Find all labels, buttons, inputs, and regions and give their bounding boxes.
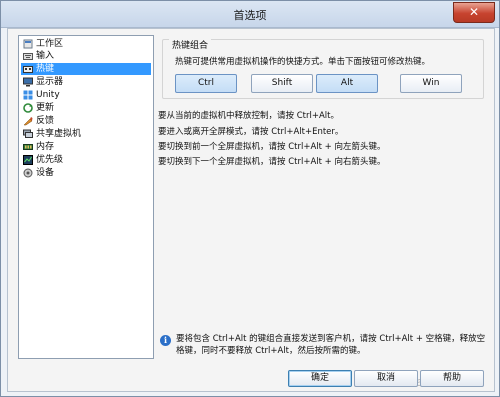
keyboard-icon: [23, 53, 33, 60]
info-previous-vm: 要切换到前一个全屏虚拟机，请按 Ctrl+Alt + 向左箭头键。: [158, 142, 386, 152]
sidebar-item-label: Unity: [36, 90, 60, 100]
shift-key-toggle[interactable]: Shift: [251, 74, 313, 93]
sidebar-item-unity[interactable]: Unity: [23, 89, 149, 101]
sidebar-item-label: 工作区: [36, 39, 64, 49]
sidebar-item-update[interactable]: 更新: [23, 102, 149, 114]
info-release-control: 要从当前的虚拟机中释放控制，请按 Ctrl+Alt。: [158, 111, 339, 121]
memory-icon: [23, 144, 33, 150]
sidebar-item-feedback[interactable]: 反馈: [23, 115, 149, 127]
category-list[interactable]: 工作区 输入 热键 显示器 Unity 更新 反馈 共享虚拟机 内存 优先级 设…: [18, 35, 154, 359]
title-bar[interactable]: 首选项 ✕: [1, 1, 499, 28]
sidebar-item-priority[interactable]: 优先级: [23, 154, 149, 166]
ok-button[interactable]: 确定: [288, 370, 352, 387]
info-icon: i: [160, 335, 171, 346]
close-button[interactable]: ✕: [453, 2, 495, 23]
shared-vm-icon: [23, 129, 33, 138]
priority-icon: [23, 155, 33, 165]
preferences-window: 首选项 ✕ 工作区 输入 热键 显示器 Unity 更新 反馈 共享虚拟机 内存…: [0, 0, 500, 397]
note-text: 要将包含 Ctrl+Alt 的键组合直接发送到客户机，请按 Ctrl+Alt +…: [176, 334, 486, 356]
cancel-button[interactable]: 取消: [354, 370, 418, 387]
hotkey-description: 热键可提供常用虚拟机操作的快捷方式。单击下面按钮可修改热键。: [175, 57, 431, 67]
sidebar-item-label: 设备: [36, 168, 55, 178]
sidebar-item-memory[interactable]: 内存: [23, 141, 149, 153]
sidebar-item-label: 显示器: [36, 77, 64, 87]
help-button[interactable]: 帮助: [420, 370, 484, 387]
monitor-icon: [23, 77, 33, 87]
info-fullscreen: 要进入或离开全屏模式，请按 Ctrl+Alt+Enter。: [158, 127, 344, 137]
sidebar-item-hotkeys[interactable]: 热键: [21, 63, 151, 75]
workspace-icon: [23, 39, 33, 49]
sidebar-item-shared-vms[interactable]: 共享虚拟机: [23, 128, 149, 140]
sidebar-item-input[interactable]: 输入: [23, 50, 149, 62]
sidebar-item-label: 反馈: [36, 116, 55, 126]
feedback-icon: [23, 117, 33, 126]
sidebar-item-display[interactable]: 显示器: [23, 76, 149, 88]
sidebar-item-label: 优先级: [36, 155, 64, 165]
unity-icon: [23, 90, 33, 100]
alt-key-toggle[interactable]: Alt: [316, 74, 378, 93]
group-title: 热键组合: [169, 38, 212, 51]
sidebar-item-label: 输入: [36, 51, 55, 61]
hotkeys-icon: [23, 66, 33, 73]
window-title: 首选项: [233, 9, 267, 22]
update-icon: [23, 103, 33, 113]
sidebar-item-workspace[interactable]: 工作区: [23, 38, 149, 50]
win-key-toggle[interactable]: Win: [400, 74, 462, 93]
devices-icon: [23, 168, 33, 178]
dialog-body: 工作区 输入 热键 显示器 Unity 更新 反馈 共享虚拟机 内存 优先级 设…: [7, 28, 495, 392]
hotkey-combination-group: 热键组合 热键可提供常用虚拟机操作的快捷方式。单击下面按钮可修改热键。 Ctrl…: [162, 38, 484, 99]
info-next-vm: 要切换到下一个全屏虚拟机，请按 Ctrl+Alt + 向右箭头键。: [158, 157, 386, 167]
sidebar-item-devices[interactable]: 设备: [23, 167, 149, 179]
sidebar-item-label: 更新: [36, 103, 55, 113]
sidebar-item-label: 热键: [36, 64, 55, 74]
ctrl-key-toggle[interactable]: Ctrl: [175, 74, 237, 93]
sidebar-item-label: 共享虚拟机: [36, 129, 82, 139]
sidebar-item-label: 内存: [36, 142, 55, 152]
